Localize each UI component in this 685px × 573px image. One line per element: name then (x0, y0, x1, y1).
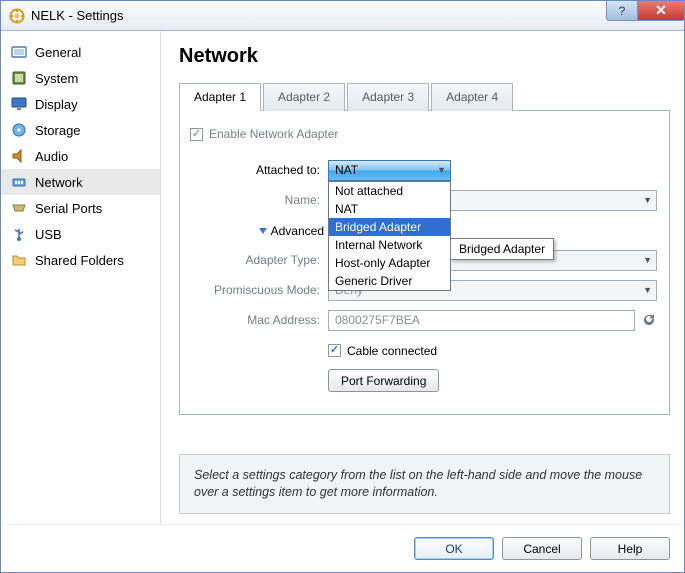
system-icon (11, 70, 27, 86)
mac-label: Mac Address: (190, 313, 328, 327)
input-value: 0800275F7BEA (335, 313, 420, 327)
window-title: NELK - Settings (31, 8, 606, 23)
app-icon (9, 8, 25, 24)
network-icon (11, 174, 27, 190)
tooltip: Bridged Adapter (450, 238, 554, 260)
dialog-body: General System Display Storage Audio Net… (1, 31, 684, 524)
general-icon (11, 44, 27, 60)
tab-adapter-2[interactable]: Adapter 2 (263, 83, 345, 111)
advanced-label: Advanced (271, 224, 324, 238)
mac-row: Mac Address: 0800275F7BEA (190, 309, 657, 331)
select-value: NAT (335, 163, 358, 177)
sidebar-item-audio[interactable]: Audio (1, 143, 160, 169)
sidebar-item-general[interactable]: General (1, 39, 160, 65)
triangle-down-icon (259, 228, 267, 234)
enable-network-checkbox[interactable]: Enable Network Adapter (190, 127, 338, 141)
dropdown-option[interactable]: Internal Network (329, 236, 450, 254)
checkbox-icon (328, 344, 341, 357)
serial-icon (11, 200, 27, 216)
sidebar-item-label: General (35, 45, 81, 60)
close-button[interactable]: ✕ (637, 1, 685, 21)
usb-icon (11, 226, 27, 242)
port-forwarding-button[interactable]: Port Forwarding (328, 369, 439, 392)
audio-icon (11, 148, 27, 164)
sidebar-item-label: Audio (35, 149, 68, 164)
sidebar-item-label: USB (35, 227, 62, 242)
chevron-down-icon: ▼ (643, 195, 652, 205)
sidebar-item-label: Network (35, 175, 83, 190)
cancel-button[interactable]: Cancel (502, 537, 582, 560)
sidebar-item-label: Shared Folders (35, 253, 124, 268)
advanced-toggle[interactable]: Advanced (259, 224, 324, 238)
refresh-mac-button[interactable] (641, 312, 657, 328)
checkbox-icon (190, 128, 203, 141)
sidebar-item-label: Display (35, 97, 78, 112)
dialog-footer: OK Cancel Help (1, 524, 684, 572)
cable-row: Cable connected (190, 339, 657, 361)
hint-box: Select a settings category from the list… (179, 454, 670, 514)
dropdown-option[interactable]: NAT (329, 200, 450, 218)
sidebar-item-network[interactable]: Network (1, 169, 160, 195)
chevron-down-icon: ▼ (643, 285, 652, 295)
sidebar-item-storage[interactable]: Storage (1, 117, 160, 143)
sidebar-item-label: Storage (35, 123, 81, 138)
titlebar: NELK - Settings ? ✕ (1, 1, 684, 31)
name-label: Name: (190, 193, 328, 207)
sidebar-item-label: Serial Ports (35, 201, 102, 216)
chevron-down-icon: ▼ (643, 255, 652, 265)
mac-address-input[interactable]: 0800275F7BEA (328, 310, 635, 331)
help-button[interactable]: ? (606, 1, 638, 21)
content-pane: Network Adapter 1 Adapter 2 Adapter 3 Ad… (161, 31, 684, 524)
sidebar-item-usb[interactable]: USB (1, 221, 160, 247)
sidebar-item-system[interactable]: System (1, 65, 160, 91)
attached-to-row: Attached to: NAT ▼ Not attached NAT Brid… (190, 159, 657, 181)
cable-connected-checkbox[interactable]: Cable connected (328, 344, 437, 358)
attached-to-dropdown: Not attached NAT Bridged Adapter Interna… (328, 181, 451, 291)
promiscuous-label: Promiscuous Mode: (190, 283, 328, 297)
tab-adapter-3[interactable]: Adapter 3 (347, 83, 429, 111)
port-forwarding-row: Port Forwarding (190, 369, 657, 392)
tab-adapter-4[interactable]: Adapter 4 (431, 83, 513, 111)
checkbox-label: Enable Network Adapter (209, 127, 338, 141)
dropdown-option[interactable]: Not attached (329, 182, 450, 200)
tabstrip: Adapter 1 Adapter 2 Adapter 3 Adapter 4 (179, 82, 670, 111)
chevron-down-icon: ▼ (437, 165, 446, 175)
checkbox-label: Cable connected (347, 344, 437, 358)
adapter-type-label: Adapter Type: (190, 253, 328, 267)
sidebar-item-serial-ports[interactable]: Serial Ports (1, 195, 160, 221)
storage-icon (11, 122, 27, 138)
ok-button[interactable]: OK (414, 537, 494, 560)
adapter-panel: Enable Network Adapter Attached to: NAT … (179, 111, 670, 415)
dropdown-option[interactable]: Host-only Adapter (329, 254, 450, 272)
enable-adapter-row: Enable Network Adapter (190, 123, 657, 145)
settings-dialog: NELK - Settings ? ✕ General System Displ… (0, 0, 685, 573)
window-controls: ? ✕ (606, 1, 684, 30)
attached-to-select[interactable]: NAT ▼ (328, 160, 451, 181)
display-icon (11, 96, 27, 112)
page-title: Network (179, 45, 670, 68)
dropdown-option[interactable]: Generic Driver (329, 272, 450, 290)
attached-to-label: Attached to: (190, 163, 328, 177)
sidebar: General System Display Storage Audio Net… (1, 31, 161, 524)
tab-adapter-1[interactable]: Adapter 1 (179, 83, 261, 111)
sidebar-item-display[interactable]: Display (1, 91, 160, 117)
sidebar-item-label: System (35, 71, 78, 86)
help-button[interactable]: Help (590, 537, 670, 560)
dropdown-option[interactable]: Bridged Adapter (329, 218, 450, 236)
folder-icon (11, 252, 27, 268)
sidebar-item-shared-folders[interactable]: Shared Folders (1, 247, 160, 273)
